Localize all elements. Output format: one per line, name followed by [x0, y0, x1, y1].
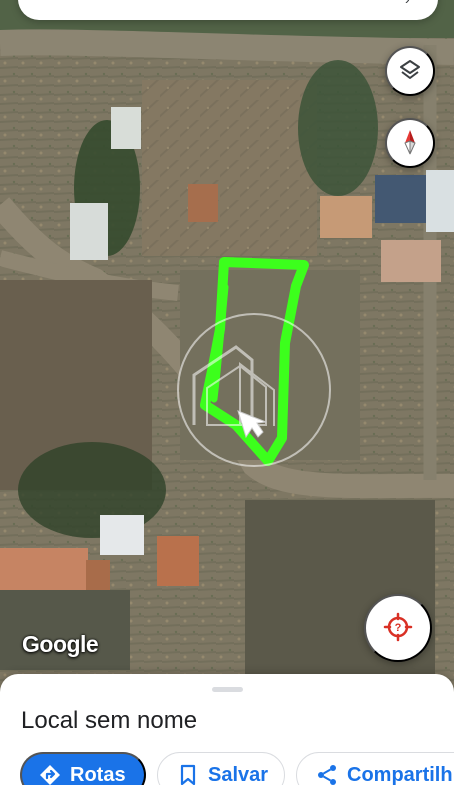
google-logo: Google	[22, 631, 99, 657]
roof-small-center	[188, 184, 218, 222]
directions-button[interactable]: Rotas	[20, 752, 146, 785]
roof-right-orange	[320, 196, 372, 238]
svg-text:?: ?	[395, 622, 402, 634]
compass-icon	[398, 129, 422, 158]
bookmark-icon	[176, 763, 200, 785]
building-bottom-left	[100, 515, 144, 555]
layers-icon	[398, 58, 422, 85]
building-right-edge	[426, 170, 454, 232]
central-lot	[142, 80, 317, 256]
place-title: Local sem nome	[21, 707, 198, 734]
drag-handle[interactable]	[212, 687, 243, 692]
share-button[interactable]: Compartilh	[296, 752, 454, 785]
save-label: Salvar	[208, 763, 269, 785]
roof-bottom-left	[0, 548, 88, 590]
roof-small-bottom	[86, 560, 110, 590]
roof-right-blue	[375, 175, 427, 223]
location-target-icon: ?	[383, 612, 413, 645]
location-button[interactable]: ?	[364, 594, 432, 662]
directions-label: Rotas	[70, 763, 126, 785]
place-bottom-sheet[interactable]: Local sem nome Rotas Salvar Compartilh	[0, 674, 454, 785]
building-left	[70, 203, 108, 260]
top-search-bar[interactable]: ›	[18, 0, 438, 20]
compass-button[interactable]	[385, 118, 435, 168]
share-label: Compartilh	[347, 763, 453, 785]
chevron-right-icon: ›	[405, 0, 416, 6]
house-right	[381, 240, 441, 282]
tree-cluster-right	[298, 60, 378, 196]
top-road	[0, 29, 454, 65]
map-layers-button[interactable]	[385, 46, 435, 96]
save-button[interactable]: Salvar	[157, 752, 285, 785]
share-icon	[315, 763, 339, 785]
maps-screen: › ? Google	[0, 0, 454, 785]
directions-icon	[38, 763, 62, 785]
place-actions: Rotas Salvar Compartilh	[20, 752, 454, 785]
roof-bottom-center	[157, 536, 199, 586]
dark-lots	[0, 590, 130, 670]
building-left-top	[111, 107, 141, 149]
